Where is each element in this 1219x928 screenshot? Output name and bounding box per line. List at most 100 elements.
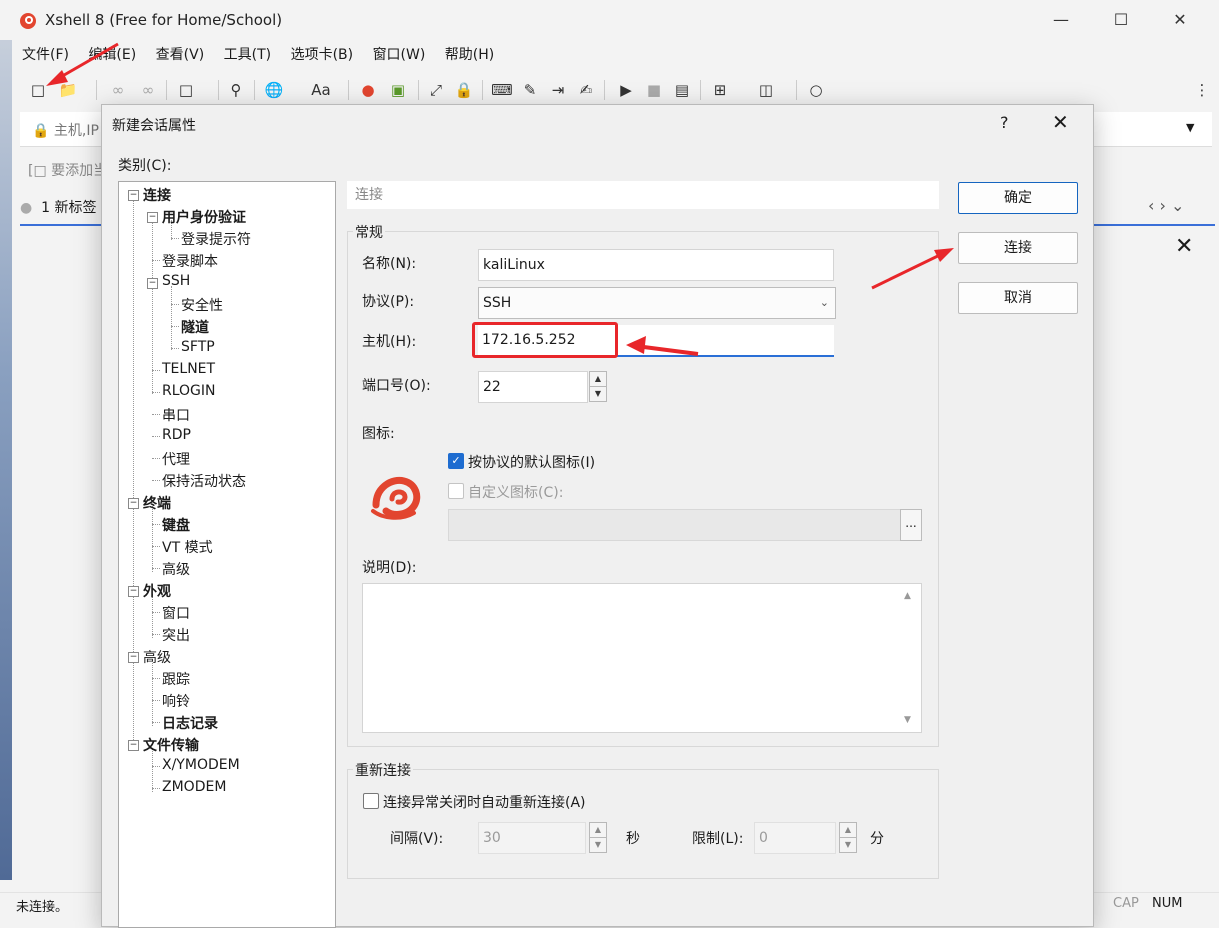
properties-icon[interactable]: □: [174, 76, 198, 104]
limit-label: 限制(L):: [692, 831, 744, 847]
layout-icon[interactable]: ◫: [754, 76, 778, 104]
xshell-logo-icon: [20, 13, 36, 29]
minimize-button[interactable]: —: [1046, 8, 1076, 32]
tree-item-connection[interactable]: 连接: [143, 185, 171, 205]
tree-item-terminal-advanced[interactable]: 高级: [162, 559, 190, 579]
tree-item-terminal[interactable]: 终端: [143, 493, 171, 513]
window-title: Xshell 8 (Free for Home/School): [45, 11, 283, 29]
tree-item-sftp[interactable]: SFTP: [181, 339, 215, 355]
more-icon[interactable]: ⋮: [1190, 76, 1214, 104]
tree-item-xymodem[interactable]: X/YMODEM: [162, 757, 240, 773]
description-textarea[interactable]: [362, 583, 922, 733]
tree-item-tunnel[interactable]: 隧道: [181, 317, 209, 337]
tree-item-appearance[interactable]: 外观: [143, 581, 171, 601]
browse-button[interactable]: ...: [900, 509, 922, 541]
category-tree[interactable]: − 连接 − 用户身份验证 登录提示符 登录脚本 − SSH 安全性 隧道 SF…: [118, 181, 336, 928]
limit-field[interactable]: 0: [754, 822, 836, 854]
chat-icon[interactable]: ○: [804, 76, 828, 104]
tree-item-bell[interactable]: 响铃: [162, 691, 190, 711]
new-tab-icon[interactable]: ⊞: [708, 76, 732, 104]
help-button[interactable]: ?: [1000, 113, 1009, 132]
scroll-down-icon[interactable]: ▼: [904, 715, 911, 725]
port-up-icon[interactable]: ▲: [589, 371, 607, 387]
limit-up-icon[interactable]: ▲: [839, 822, 857, 838]
port-field[interactable]: 22: [478, 371, 588, 403]
keyboard-icon[interactable]: ⌨: [490, 76, 514, 104]
custom-icon-checkbox[interactable]: [448, 483, 464, 499]
xftp-icon[interactable]: ▣: [386, 76, 410, 104]
close-pane-icon[interactable]: ✕: [1175, 234, 1193, 259]
tree-item-vt-mode[interactable]: VT 模式: [162, 537, 213, 557]
close-window-button[interactable]: ✕: [1165, 8, 1195, 32]
highlight-icon[interactable]: ✎: [518, 76, 542, 104]
tree-item-rdp[interactable]: RDP: [162, 427, 191, 443]
tab-new[interactable]: ● 1 新标签: [20, 197, 96, 217]
search-icon[interactable]: ⚲: [224, 76, 248, 104]
tree-item-logging[interactable]: 日志记录: [162, 713, 218, 733]
log-icon[interactable]: ▤: [670, 76, 694, 104]
menu-tools[interactable]: 工具(T): [224, 47, 271, 63]
ok-button[interactable]: 确定: [958, 182, 1078, 214]
globe-icon[interactable]: 🌐: [262, 76, 286, 104]
auto-reconnect-checkbox[interactable]: [363, 793, 379, 809]
connect-button[interactable]: 连接: [958, 232, 1078, 264]
tree-item-user-auth[interactable]: 用户身份验证: [162, 207, 246, 227]
icon-label: 图标:: [362, 426, 395, 442]
tree-item-telnet[interactable]: TELNET: [162, 361, 215, 377]
tree-item-trace[interactable]: 跟踪: [162, 669, 190, 689]
tree-item-proxy[interactable]: 代理: [162, 449, 190, 469]
disconnect-icon[interactable]: ∞: [106, 76, 130, 104]
new-session-icon[interactable]: □: [26, 76, 50, 104]
send-icon[interactable]: ⇥: [546, 76, 570, 104]
maximize-button[interactable]: ☐: [1106, 8, 1136, 32]
address-input[interactable]: 🔒 主机,IP: [32, 120, 99, 140]
run-script-icon[interactable]: ▶: [614, 76, 638, 104]
tree-item-keyboard[interactable]: 键盘: [162, 515, 190, 535]
scroll-up-icon[interactable]: ▲: [904, 591, 911, 601]
interval-down-icon[interactable]: ▼: [589, 837, 607, 853]
menu-help[interactable]: 帮助(H): [445, 47, 494, 63]
menu-edit[interactable]: 编辑(E): [88, 47, 136, 63]
toolbar: □ 📁 ∞ ∞ □ ⚲ 🌐 Aa ● ▣ ⤢ 🔒 ⌨ ✎ ⇥ ✍ ▶ ■ ▤ ⊞…: [22, 76, 1212, 104]
category-label: 类别(C):: [118, 158, 172, 174]
menu-view[interactable]: 查看(V): [156, 47, 205, 63]
tree-item-login-script[interactable]: 登录脚本: [162, 251, 218, 271]
interval-field[interactable]: 30: [478, 822, 586, 854]
tree-item-file-transfer[interactable]: 文件传输: [143, 735, 199, 755]
tree-item-window[interactable]: 窗口: [162, 603, 190, 623]
tree-item-zmodem[interactable]: ZMODEM: [162, 779, 226, 795]
interval-up-icon[interactable]: ▲: [589, 822, 607, 838]
fullscreen-icon[interactable]: ⤢: [424, 76, 448, 104]
stop-script-icon[interactable]: ■: [642, 76, 666, 104]
font-icon[interactable]: Aa: [306, 76, 336, 104]
tab-scroll-icon[interactable]: ‹ › ⌄: [1148, 196, 1184, 215]
protocol-select[interactable]: SSH ⌄: [478, 287, 836, 319]
tree-item-highlight[interactable]: 突出: [162, 625, 190, 645]
menu-file[interactable]: 文件(F): [22, 47, 69, 63]
xshell-icon[interactable]: ●: [356, 76, 380, 104]
menu-tab[interactable]: 选项卡(B): [291, 47, 354, 63]
open-folder-icon[interactable]: 📁: [56, 76, 80, 104]
script-icon[interactable]: ✍: [574, 76, 598, 104]
port-down-icon[interactable]: ▼: [589, 386, 607, 402]
tree-item-advanced[interactable]: 高级: [143, 647, 171, 667]
tree-item-security[interactable]: 安全性: [181, 295, 223, 315]
tree-item-ssh[interactable]: SSH: [162, 273, 190, 289]
default-icon-checkbox[interactable]: ✓: [448, 453, 464, 469]
tree-item-serial[interactable]: 串口: [162, 405, 190, 425]
tree-item-keepalive[interactable]: 保持活动状态: [162, 471, 246, 491]
description-label: 说明(D):: [362, 560, 417, 576]
dialog-close-button[interactable]: ✕: [1052, 110, 1069, 134]
cancel-button[interactable]: 取消: [958, 282, 1078, 314]
tree-item-rlogin[interactable]: RLOGIN: [162, 383, 216, 399]
tree-item-login-prompt[interactable]: 登录提示符: [181, 229, 251, 249]
limit-down-icon[interactable]: ▼: [839, 837, 857, 853]
lock-icon[interactable]: 🔒: [452, 76, 476, 104]
menu-bar: 文件(F) 编辑(E) 查看(V) 工具(T) 选项卡(B) 窗口(W) 帮助(…: [22, 44, 509, 66]
reconnect-icon[interactable]: ∞: [136, 76, 160, 104]
name-label: 名称(N):: [362, 256, 417, 272]
default-icon-label: 按协议的默认图标(I): [468, 455, 596, 471]
name-field[interactable]: kaliLinux: [478, 249, 834, 281]
address-dropdown-icon[interactable]: ▼: [1186, 121, 1194, 134]
menu-window[interactable]: 窗口(W): [373, 47, 426, 63]
